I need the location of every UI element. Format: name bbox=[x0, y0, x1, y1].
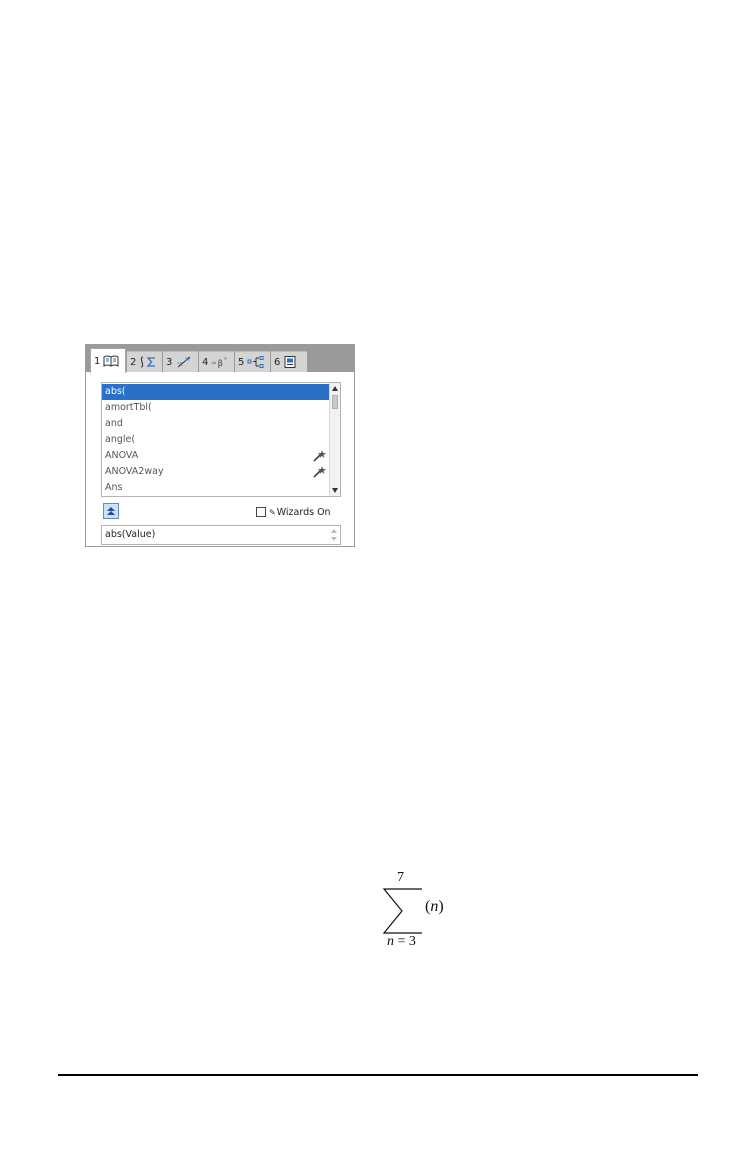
integral-sigma-icon bbox=[139, 356, 157, 368]
library-icon bbox=[283, 356, 297, 368]
tab-number: 2 bbox=[130, 356, 137, 368]
svg-text:β: β bbox=[218, 359, 223, 368]
tab-number: 1 bbox=[94, 355, 101, 367]
svg-text:°C: °C bbox=[177, 362, 184, 368]
wizards-toggle[interactable]: ✎ Wizards On bbox=[256, 505, 331, 519]
book-icon bbox=[103, 355, 119, 367]
tab-number: 6 bbox=[274, 356, 281, 368]
tab-1[interactable]: 1 bbox=[90, 348, 126, 373]
syntax-help-field: abs(Value) bbox=[101, 525, 341, 545]
catalog-list[interactable]: abs( amortTbl( and angle( ANOVA ANOVA2wa… bbox=[101, 382, 341, 497]
list-item-label: Ans bbox=[105, 482, 123, 493]
catalog-panel: 1 2 3 °F °C 4 ∞ β ° 5 6 abs(amortTbl(a… bbox=[85, 344, 355, 547]
list-item[interactable]: amortTbl( bbox=[102, 400, 329, 416]
syntax-scrollbar bbox=[330, 528, 338, 542]
symbols-icon: ∞ β ° bbox=[211, 356, 229, 368]
svg-text:°F: °F bbox=[185, 357, 191, 363]
footer-divider bbox=[58, 1074, 698, 1076]
scroll-down-icon bbox=[331, 537, 337, 541]
tab-5[interactable]: 5 bbox=[235, 351, 270, 372]
tab-number: 5 bbox=[238, 356, 245, 368]
unit-conversion-icon: °F °C bbox=[175, 355, 193, 369]
templates-icon bbox=[247, 356, 265, 368]
tab-6[interactable]: 6 bbox=[271, 351, 307, 372]
summation-lower-limit: n = 3 bbox=[387, 934, 416, 949]
tab-4[interactable]: 4 ∞ β ° bbox=[199, 351, 234, 372]
summation-upper-limit: 7 bbox=[397, 870, 404, 885]
tab-number: 3 bbox=[166, 356, 173, 368]
list-item[interactable]: Ans bbox=[102, 480, 329, 496]
tab-3[interactable]: 3 °F °C bbox=[163, 351, 198, 372]
wizards-label: Wizards On bbox=[276, 506, 331, 518]
wizards-checkbox[interactable] bbox=[256, 507, 266, 517]
list-scrollbar[interactable] bbox=[329, 383, 340, 496]
scroll-up-icon bbox=[331, 529, 337, 533]
list-item-label: ANOVA2way bbox=[105, 466, 164, 477]
list-item[interactable]: ANOVA bbox=[102, 448, 329, 464]
sigma-symbol bbox=[382, 888, 422, 934]
list-item[interactable]: ANOVA2way bbox=[102, 464, 329, 480]
summation-formula: 7 (n) n = 3 bbox=[370, 870, 470, 955]
collapse-help-button[interactable] bbox=[103, 503, 119, 519]
tab-number: 4 bbox=[202, 356, 209, 368]
tab-2[interactable]: 2 bbox=[127, 351, 162, 372]
double-chevron-up-icon bbox=[107, 507, 115, 515]
list-item-label: angle( bbox=[105, 434, 136, 445]
wand-icon: ✎ bbox=[269, 507, 276, 517]
list-item-label: ANOVA bbox=[105, 450, 139, 461]
scroll-up-icon[interactable] bbox=[332, 386, 338, 391]
list-item[interactable]: and bbox=[102, 416, 329, 432]
list-item-label: amortTbl( bbox=[105, 402, 152, 413]
catalog-tabbar: 1 2 3 °F °C 4 ∞ β ° 5 6 bbox=[86, 345, 354, 373]
scroll-thumb[interactable] bbox=[332, 395, 338, 409]
list-item[interactable]: angle( bbox=[102, 432, 329, 448]
svg-text:°: ° bbox=[224, 357, 227, 364]
syntax-text: abs(Value) bbox=[105, 529, 156, 540]
list-item[interactable]: abs( bbox=[102, 384, 329, 400]
summation-term: (n) bbox=[425, 898, 444, 915]
scroll-down-icon[interactable] bbox=[332, 488, 338, 493]
list-item-label: abs( bbox=[105, 386, 126, 397]
list-item-label: and bbox=[105, 418, 123, 429]
svg-text:∞: ∞ bbox=[211, 359, 217, 367]
